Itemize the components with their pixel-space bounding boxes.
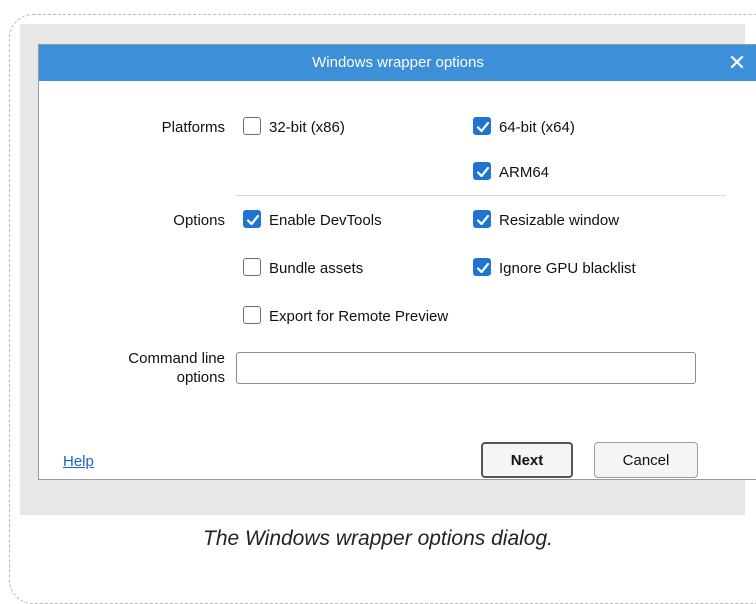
checkbox-arm64-label[interactable]: ARM64 [499,164,549,181]
section-divider [236,195,726,196]
command-line-label-line2: options [176,369,225,386]
dialog-title: Windows wrapper options [312,54,484,71]
checkbox-enable-devtools[interactable] [243,210,261,228]
checkbox-32-bit-label[interactable]: 32-bit (x86) [269,119,345,136]
checkbox-64-bit[interactable] [473,117,491,135]
checkbox-bundle-assets[interactable] [243,258,261,276]
title-bar: Windows wrapper options ✕ [39,45,756,81]
checkmark-icon [476,262,490,274]
checkmark-icon [476,214,490,226]
checkbox-ignore-gpu-blacklist-label[interactable]: Ignore GPU blacklist [499,260,636,277]
figure-caption: The Windows wrapper options dialog. [203,527,553,550]
checkbox-ignore-gpu-blacklist[interactable] [473,258,491,276]
windows-wrapper-options-dialog: Windows wrapper options ✕ Platforms 32-b… [38,44,756,480]
checkbox-export-remote-preview[interactable] [243,306,261,324]
command-line-options-label: Command line options [79,349,225,387]
checkbox-64-bit-label[interactable]: 64-bit (x64) [499,119,575,136]
checkmark-icon [246,214,260,226]
checkbox-export-remote-preview-label[interactable]: Export for Remote Preview [269,308,448,325]
checkmark-icon [476,121,490,133]
help-link[interactable]: Help [63,453,94,470]
checkbox-resizable-window-label[interactable]: Resizable window [499,212,619,229]
checkbox-32-bit[interactable] [243,117,261,135]
checkbox-enable-devtools-label[interactable]: Enable DevTools [269,212,382,229]
checkbox-resizable-window[interactable] [473,210,491,228]
cancel-button[interactable]: Cancel [594,442,698,478]
command-line-label-line1: Command line [128,350,225,367]
close-icon[interactable]: ✕ [723,45,751,81]
checkmark-icon [476,166,490,178]
options-label: Options [173,212,225,229]
platforms-label: Platforms [161,119,225,136]
checkbox-arm64[interactable] [473,162,491,180]
checkbox-bundle-assets-label[interactable]: Bundle assets [269,260,363,277]
command-line-options-input[interactable] [236,352,696,384]
next-button[interactable]: Next [481,442,573,478]
